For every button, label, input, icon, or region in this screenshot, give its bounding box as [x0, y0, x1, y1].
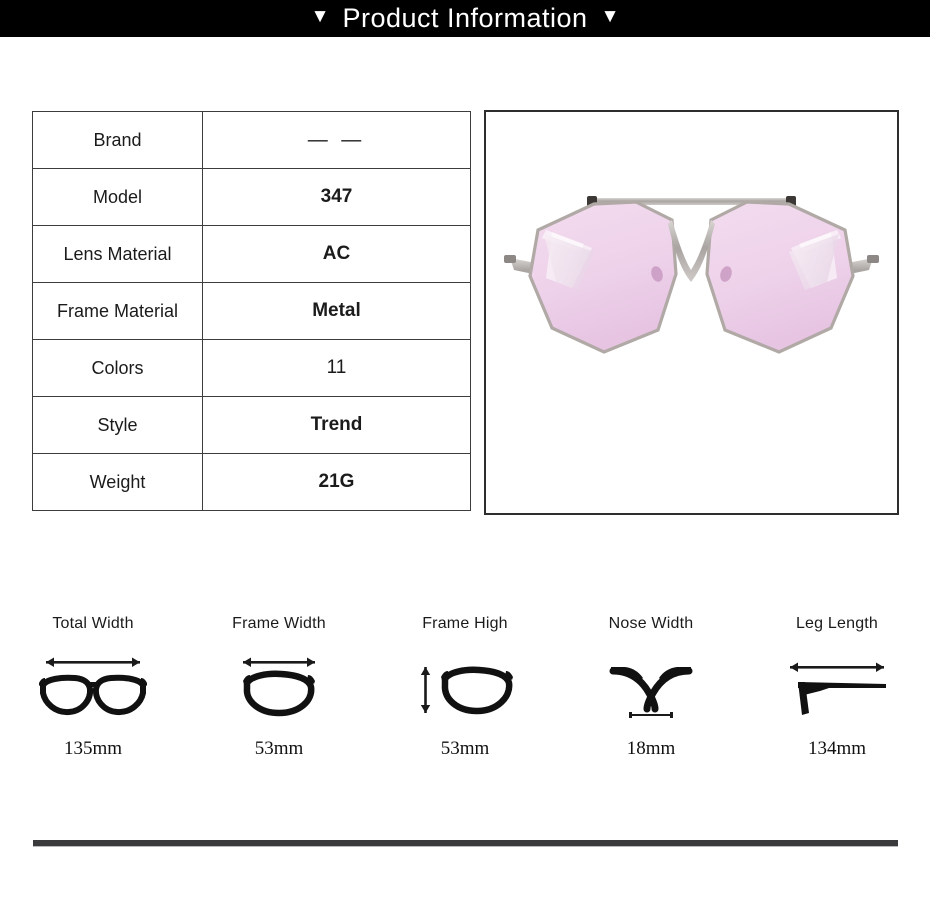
bottom-divider: [33, 840, 898, 847]
measurement-value: 135mm: [63, 738, 123, 759]
measurement-nose-width: Nose Width 18mm: [558, 612, 744, 772]
table-row: Frame Material Metal: [32, 282, 471, 340]
measurement-label: Leg Length: [795, 615, 879, 632]
measurement-frame-width: Frame Width 53mm: [186, 612, 372, 772]
table-row: Model 347: [32, 168, 471, 226]
measurement-value: 134mm: [807, 738, 867, 759]
spec-value-lens-material: AC: [202, 225, 471, 283]
table-row: Weight 21G: [32, 453, 471, 511]
product-photo-frame: [484, 110, 899, 515]
product-spec-table: Brand — — Model 347 Lens Material AC Fra…: [32, 111, 471, 511]
nose-bridge-icon: [603, 648, 699, 728]
glasses-front-icon: [33, 648, 153, 728]
measurement-label: Total Width: [52, 615, 134, 632]
spec-value-model: 347: [202, 168, 471, 226]
measurement-leg-length: Leg Length 134mm: [744, 612, 930, 772]
table-row: Colors 11: [32, 339, 471, 397]
spec-value-colors: 11: [202, 339, 471, 397]
measurement-label: Nose Width: [608, 615, 694, 632]
spec-value-style: Trend: [202, 396, 471, 454]
spec-label-weight: Weight: [32, 453, 203, 511]
caret-down-right-icon: ▼: [600, 6, 620, 27]
temple-arm-icon: [778, 648, 896, 728]
measurement-value: 18mm: [626, 738, 676, 759]
caret-down-left-icon: ▼: [310, 6, 330, 27]
product-photo-sunglasses-image: [486, 112, 897, 513]
measurement-label: Frame High: [422, 615, 508, 632]
spec-label-frame-material: Frame Material: [32, 282, 203, 340]
spec-value-frame-material: Metal: [202, 282, 471, 340]
measurement-value: 53mm: [254, 738, 304, 759]
single-lens-height-icon: [413, 648, 517, 728]
measurement-frame-high: Frame High 53mm: [372, 612, 558, 772]
spec-label-model: Model: [32, 168, 203, 226]
table-row: Style Trend: [32, 396, 471, 454]
measurement-total-width: Total Width 135mm: [0, 612, 186, 772]
table-row: Lens Material AC: [32, 225, 471, 283]
spec-label-brand: Brand: [32, 111, 203, 169]
page-header-bar: ▼ Product Information ▼: [0, 0, 930, 37]
measurement-label: Frame Width: [232, 615, 326, 632]
spec-label-colors: Colors: [32, 339, 203, 397]
table-row: Brand — —: [32, 111, 471, 169]
single-lens-icon: [229, 648, 329, 728]
spec-value-weight: 21G: [202, 453, 471, 511]
spec-value-brand: — —: [202, 111, 471, 169]
measurement-value: 53mm: [440, 738, 490, 759]
measurement-diagrams: Total Width 135mm Frame Width 53mm Frame…: [0, 612, 930, 772]
spec-label-lens-material: Lens Material: [32, 225, 203, 283]
spec-label-style: Style: [32, 396, 203, 454]
page-title: Product Information: [342, 3, 588, 33]
